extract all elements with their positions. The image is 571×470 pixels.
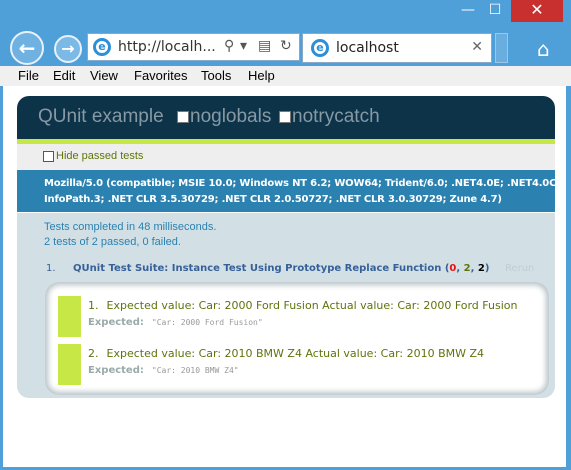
test-results-summary: Tests completed in 48 milliseconds. 2 te… [17,213,555,257]
hide-passed-checkbox[interactable] [43,151,54,162]
total-count: 2 [477,263,485,274]
menu-file[interactable]: File [18,68,39,83]
browser-toolbar: ← → e http://localh... ⚲ ▾ ▤ ↻ e localho… [0,28,571,66]
passed-count: 2 [463,263,471,274]
tab-localhost[interactable]: e localhost ✕ [302,33,492,63]
menu-tools[interactable]: Tools [201,68,231,83]
expected-value: "Car: 2010 BMW Z4" [151,366,239,375]
title-bar: — ☐ ✕ [0,0,571,30]
test-module: QUnit Test Suite: [73,263,169,274]
expected-label: Expected: [88,317,144,328]
notrycatch-checkbox[interactable] [279,111,291,123]
assertion-expected: Expected: "Car: 2000 Ford Fusion" [88,317,263,328]
assertion-number: 2. [88,347,99,360]
ie-logo-icon: e [93,38,111,56]
refresh-icon[interactable]: ↻ [280,38,292,54]
forward-button[interactable]: → [54,35,82,63]
assertion-message: 2. Expected value: Car: 2010 BMW Z4 Actua… [88,347,484,360]
menu-help[interactable]: Help [248,68,275,83]
notrycatch-label[interactable]: notrycatch [292,106,380,128]
back-button[interactable]: ← [10,31,44,65]
test-list: 1. QUnit Test Suite: Instance Test Using… [17,257,555,398]
tab-title: localhost [336,40,399,56]
address-text[interactable]: http://localh... [118,39,216,55]
page-title[interactable]: QUnit example [38,106,164,128]
results-duration: Tests completed in 48 milliseconds. [44,221,217,233]
assertion-number: 1. [88,299,99,312]
minimize-button[interactable]: — [455,0,481,22]
address-bar[interactable]: e http://localh... ⚲ ▾ ▤ ↻ [87,33,300,61]
test-counts: (0, 2, 2) [444,263,490,274]
expected-value: "Car: 2000 Ford Fusion" [151,318,263,327]
menu-favorites[interactable]: Favorites [134,68,187,83]
dropdown-icon[interactable]: ▾ [240,38,247,54]
home-icon[interactable]: ⌂ [537,37,550,61]
menu-edit[interactable]: Edit [53,68,75,83]
rerun-link[interactable]: Rerun [505,263,534,274]
test-number: 1. [46,263,56,274]
user-agent-line: Mozilla/5.0 (compatible; MSIE 10.0; Wind… [44,178,561,189]
ie-logo-icon: e [311,39,329,57]
qunit-toolbar: Hide passed tests [17,144,555,170]
new-tab-button[interactable] [495,33,508,63]
assertion-expected: Expected: "Car: 2010 BMW Z4" [88,365,239,376]
hide-passed-label[interactable]: Hide passed tests [56,150,143,162]
arrow-right-icon: → [61,39,75,58]
user-agent-line: InfoPath.3; .NET CLR 3.5.30729; .NET CLR… [44,194,502,205]
compatibility-view-icon[interactable]: ▤ [258,38,271,54]
close-window-button[interactable]: ✕ [511,0,563,22]
pass-marker [58,344,81,385]
menu-view[interactable]: View [90,68,118,83]
assertion-text: Expected value: Car: 2000 Ford Fusion Ac… [106,299,518,312]
page-viewport: QUnit example noglobals notrycatch Hide … [3,86,566,467]
menu-bar: File Edit View Favorites Tools Help [0,66,571,86]
qunit-header: QUnit example noglobals notrycatch [17,96,555,139]
noglobals-checkbox[interactable] [177,111,189,123]
noglobals-label[interactable]: noglobals [190,106,271,128]
failed-count: 0 [449,263,457,274]
assertion-message: 1. Expected value: Car: 2000 Ford Fusion … [88,299,517,312]
pass-marker [58,296,81,337]
results-counts: 2 tests of 2 passed, 0 failed. [44,236,181,248]
test-name: Instance Test Using Prototype Replace Fu… [171,263,442,274]
assertion-text: Expected value: Car: 2010 BMW Z4 Actual … [106,347,485,360]
maximize-button[interactable]: ☐ [482,0,508,22]
close-tab-icon[interactable]: ✕ [471,39,483,55]
expected-label: Expected: [88,365,144,376]
assertion-list: 1. Expected value: Car: 2000 Ford Fusion … [45,282,549,395]
test-item-header[interactable]: 1. QUnit Test Suite: Instance Test Using… [46,263,534,274]
arrow-left-icon: ← [18,36,36,60]
user-agent: Mozilla/5.0 (compatible; MSIE 10.0; Wind… [17,170,561,212]
search-icon[interactable]: ⚲ [224,38,234,54]
